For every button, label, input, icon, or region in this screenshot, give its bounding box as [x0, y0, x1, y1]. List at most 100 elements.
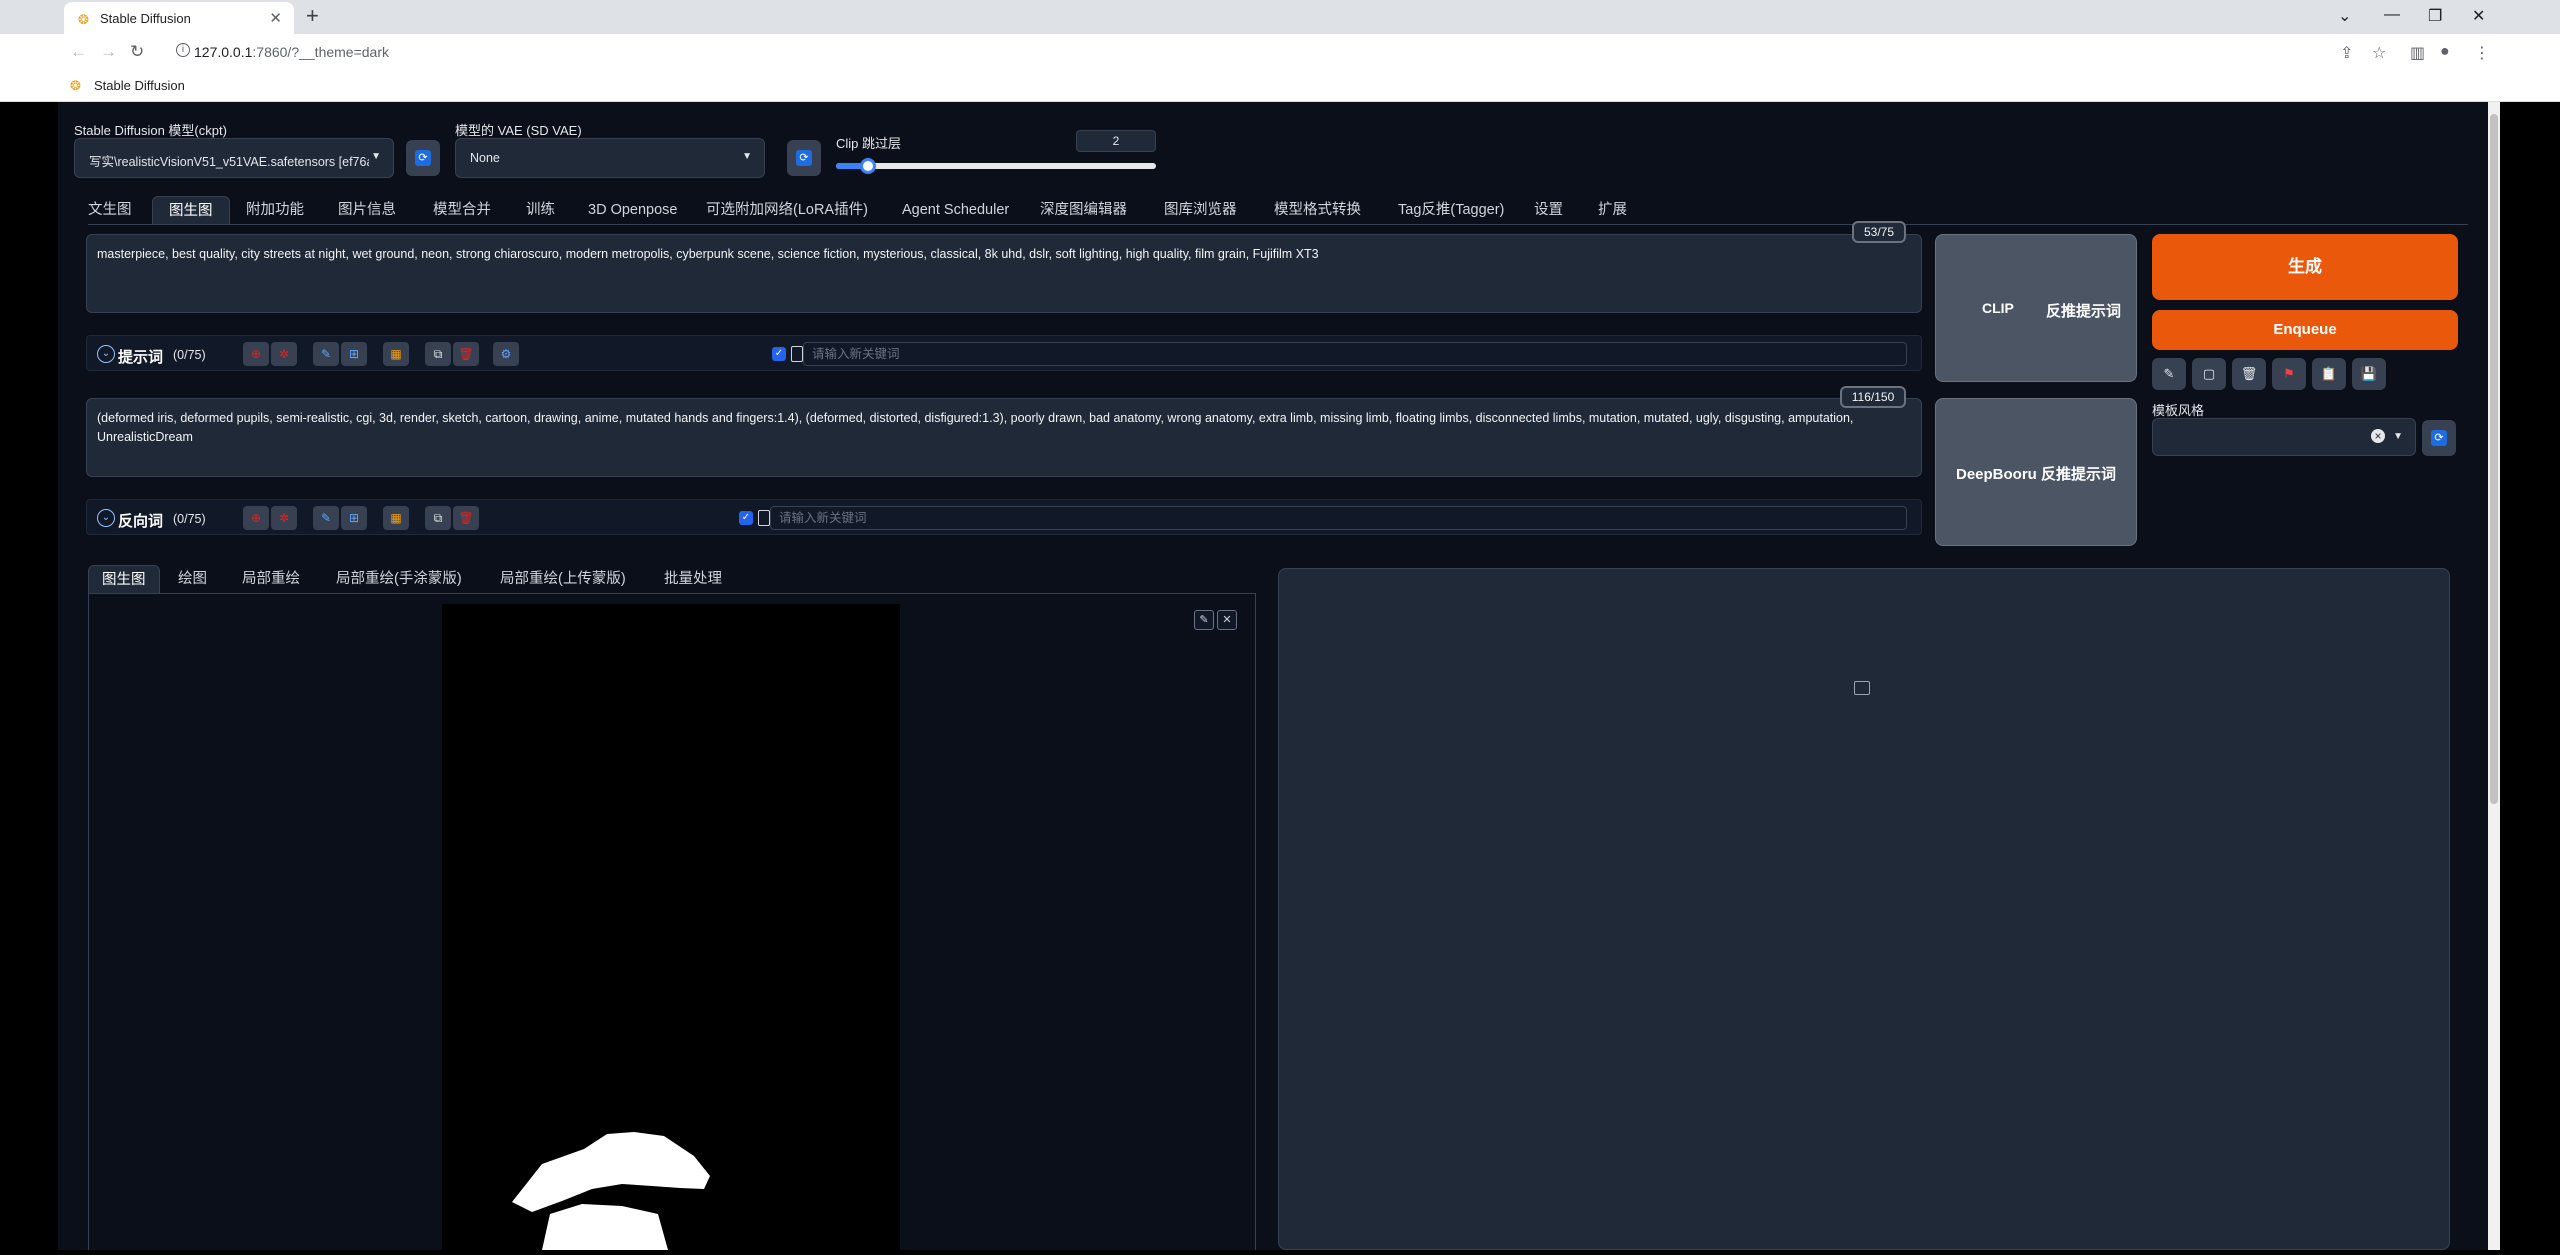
- deepbooru-interrogate-button[interactable]: DeepBooru 反推提示词: [1935, 398, 2137, 546]
- tab-13[interactable]: 设置: [1534, 196, 1563, 224]
- edit-doc-icon[interactable]: ✎: [313, 506, 339, 530]
- browser-tab[interactable]: ❂ Stable Diffusion ✕: [64, 2, 294, 34]
- share-icon[interactable]: ⇪: [2340, 43, 2353, 63]
- input-image-canvas[interactable]: [442, 604, 900, 1250]
- clip-btn-label-b: 反推提示词: [2046, 303, 2122, 320]
- collapse-chevron-icon[interactable]: ⌄: [97, 345, 115, 363]
- side-panel-icon[interactable]: ▥: [2410, 43, 2425, 63]
- style-template-label: 模板风格: [2152, 403, 2205, 418]
- negative-row-label[interactable]: 反向词: [118, 510, 163, 531]
- vae-value: None: [470, 151, 500, 165]
- close-window-icon[interactable]: ✕: [2472, 6, 2485, 26]
- trash-icon[interactable]: 🗑: [2232, 358, 2266, 390]
- back-icon[interactable]: ←: [70, 42, 87, 62]
- keyword-checkbox[interactable]: ✓: [739, 511, 753, 525]
- refresh-vae-button[interactable]: ⟳: [787, 140, 821, 176]
- url-path: :7860/?__theme=dark: [252, 44, 389, 60]
- film-icon[interactable]: ▦: [383, 506, 409, 530]
- film-icon[interactable]: ▦: [383, 342, 409, 366]
- new-tab-icon[interactable]: +: [306, 3, 319, 29]
- subtab-3[interactable]: 局部重绘(手涂蒙版): [336, 565, 462, 593]
- negative-prompt-textarea[interactable]: (deformed iris, deformed pupils, semi-re…: [86, 398, 1922, 477]
- style-template-dropdown[interactable]: × ▼: [2152, 418, 2416, 456]
- tab-11[interactable]: 模型格式转换: [1274, 196, 1361, 224]
- enqueue-button[interactable]: Enqueue: [2152, 310, 2458, 350]
- clip-skip-number[interactable]: 2: [1076, 130, 1156, 152]
- settings-red-icon[interactable]: ✲: [271, 342, 297, 366]
- clip-skip-slider[interactable]: [836, 158, 1156, 174]
- edit-image-icon[interactable]: ✎: [1194, 610, 1214, 630]
- forward-icon[interactable]: →: [100, 42, 117, 62]
- reload-icon[interactable]: ↻: [130, 42, 144, 62]
- vae-dropdown[interactable]: None ▼: [455, 138, 765, 178]
- scrollbar-thumb[interactable]: [2490, 114, 2498, 804]
- tab-14[interactable]: 扩展: [1598, 196, 1627, 224]
- browser-tab-title: Stable Diffusion: [100, 11, 191, 26]
- trash-icon[interactable]: 🗑: [453, 342, 479, 366]
- close-tab-icon[interactable]: ✕: [269, 9, 282, 27]
- bookmark-stable-diffusion[interactable]: Stable Diffusion: [94, 78, 185, 93]
- bookmark-add-icon[interactable]: ⊞: [341, 342, 367, 366]
- bookmark-star-icon[interactable]: ☆: [2372, 43, 2386, 63]
- clipboard-icon[interactable]: 📋: [2312, 358, 2346, 390]
- subtab-5[interactable]: 批量处理: [664, 565, 722, 593]
- refresh-styles-button[interactable]: ⟳: [2422, 420, 2456, 456]
- new-keyword-input[interactable]: 请输入新关键词: [803, 342, 1907, 366]
- page-scrollbar[interactable]: [2488, 102, 2500, 1250]
- tab-7[interactable]: 可选附加网络(LoRA插件): [706, 196, 868, 224]
- clip-interrogate-button[interactable]: CLIP 反推提示词: [1935, 234, 2137, 382]
- subtab-0[interactable]: 图生图: [88, 565, 160, 593]
- trash-icon[interactable]: 🗑: [453, 506, 479, 530]
- copy-icon[interactable]: ⧉: [425, 506, 451, 530]
- url-field[interactable]: i 127.0.0.1:7860/?__theme=dark: [162, 39, 2322, 65]
- output-gallery: [1278, 568, 2450, 1250]
- clear-icon[interactable]: ×: [2371, 429, 2385, 443]
- bookmarks-bar: ❂ Stable Diffusion: [0, 70, 2560, 102]
- tab-search-icon[interactable]: ⌄: [2338, 6, 2351, 26]
- restore-icon[interactable]: ❐: [2428, 6, 2442, 26]
- subtab-2[interactable]: 局部重绘: [242, 565, 300, 593]
- tab-5[interactable]: 训练: [526, 196, 555, 224]
- tab-6[interactable]: 3D Openpose: [588, 196, 677, 224]
- translate-icon[interactable]: ⊕: [243, 342, 269, 366]
- chevron-down-icon: ▼: [371, 151, 381, 162]
- style-flag-icon[interactable]: ⚑: [2272, 358, 2306, 390]
- new-negative-keyword-input[interactable]: 请输入新关键词: [770, 506, 1907, 530]
- close-image-icon[interactable]: ✕: [1217, 610, 1237, 630]
- tab-3[interactable]: 图片信息: [338, 196, 396, 224]
- chevron-down-icon: ▼: [742, 151, 752, 162]
- site-info-icon[interactable]: i: [176, 43, 190, 57]
- copy-icon[interactable]: ⧉: [425, 342, 451, 366]
- tab-1[interactable]: 图生图: [152, 196, 230, 224]
- gear-icon[interactable]: ⚙: [493, 342, 519, 366]
- keyword-toggle[interactable]: [791, 346, 803, 362]
- tab-10[interactable]: 图库浏览器: [1164, 196, 1237, 224]
- collapse-chevron-icon[interactable]: ⌄: [97, 509, 115, 527]
- subtab-4[interactable]: 局部重绘(上传蒙版): [500, 565, 626, 593]
- tab-4[interactable]: 模型合并: [433, 196, 491, 224]
- profile-icon[interactable]: ●: [2440, 43, 2450, 61]
- prompt-textarea[interactable]: masterpiece, best quality, city streets …: [86, 234, 1922, 313]
- minimize-icon[interactable]: —: [2384, 6, 2400, 24]
- tab-9[interactable]: 深度图编辑器: [1040, 196, 1127, 224]
- settings-red-icon[interactable]: ✲: [271, 506, 297, 530]
- translate-icon[interactable]: ⊕: [243, 506, 269, 530]
- subtab-1[interactable]: 绘图: [178, 565, 207, 593]
- save-icon[interactable]: 💾: [2352, 358, 2386, 390]
- refresh-model-button[interactable]: ⟳: [406, 140, 440, 176]
- tab-12[interactable]: Tag反推(Tagger): [1398, 196, 1504, 224]
- tab-8[interactable]: Agent Scheduler: [902, 196, 1009, 224]
- tab-0[interactable]: 文生图: [88, 196, 132, 224]
- page-icon[interactable]: ▢: [2192, 358, 2226, 390]
- tab-2[interactable]: 附加功能: [246, 196, 304, 224]
- prompt-row-label[interactable]: 提示词: [118, 346, 163, 367]
- bookmark-add-icon[interactable]: ⊞: [341, 506, 367, 530]
- keyword-checkbox[interactable]: ✓: [772, 347, 786, 361]
- model-dropdown[interactable]: 写实\realisticVisionV51_v51VAE.safetensors…: [74, 138, 394, 178]
- edit-doc-icon[interactable]: ✎: [313, 342, 339, 366]
- menu-icon[interactable]: ⋮: [2474, 43, 2490, 63]
- clip-skip-slider-thumb[interactable]: [860, 158, 876, 174]
- pencil-icon[interactable]: ✎: [2152, 358, 2186, 390]
- generate-button[interactable]: 生成: [2152, 234, 2458, 300]
- keyword-toggle[interactable]: [758, 510, 770, 526]
